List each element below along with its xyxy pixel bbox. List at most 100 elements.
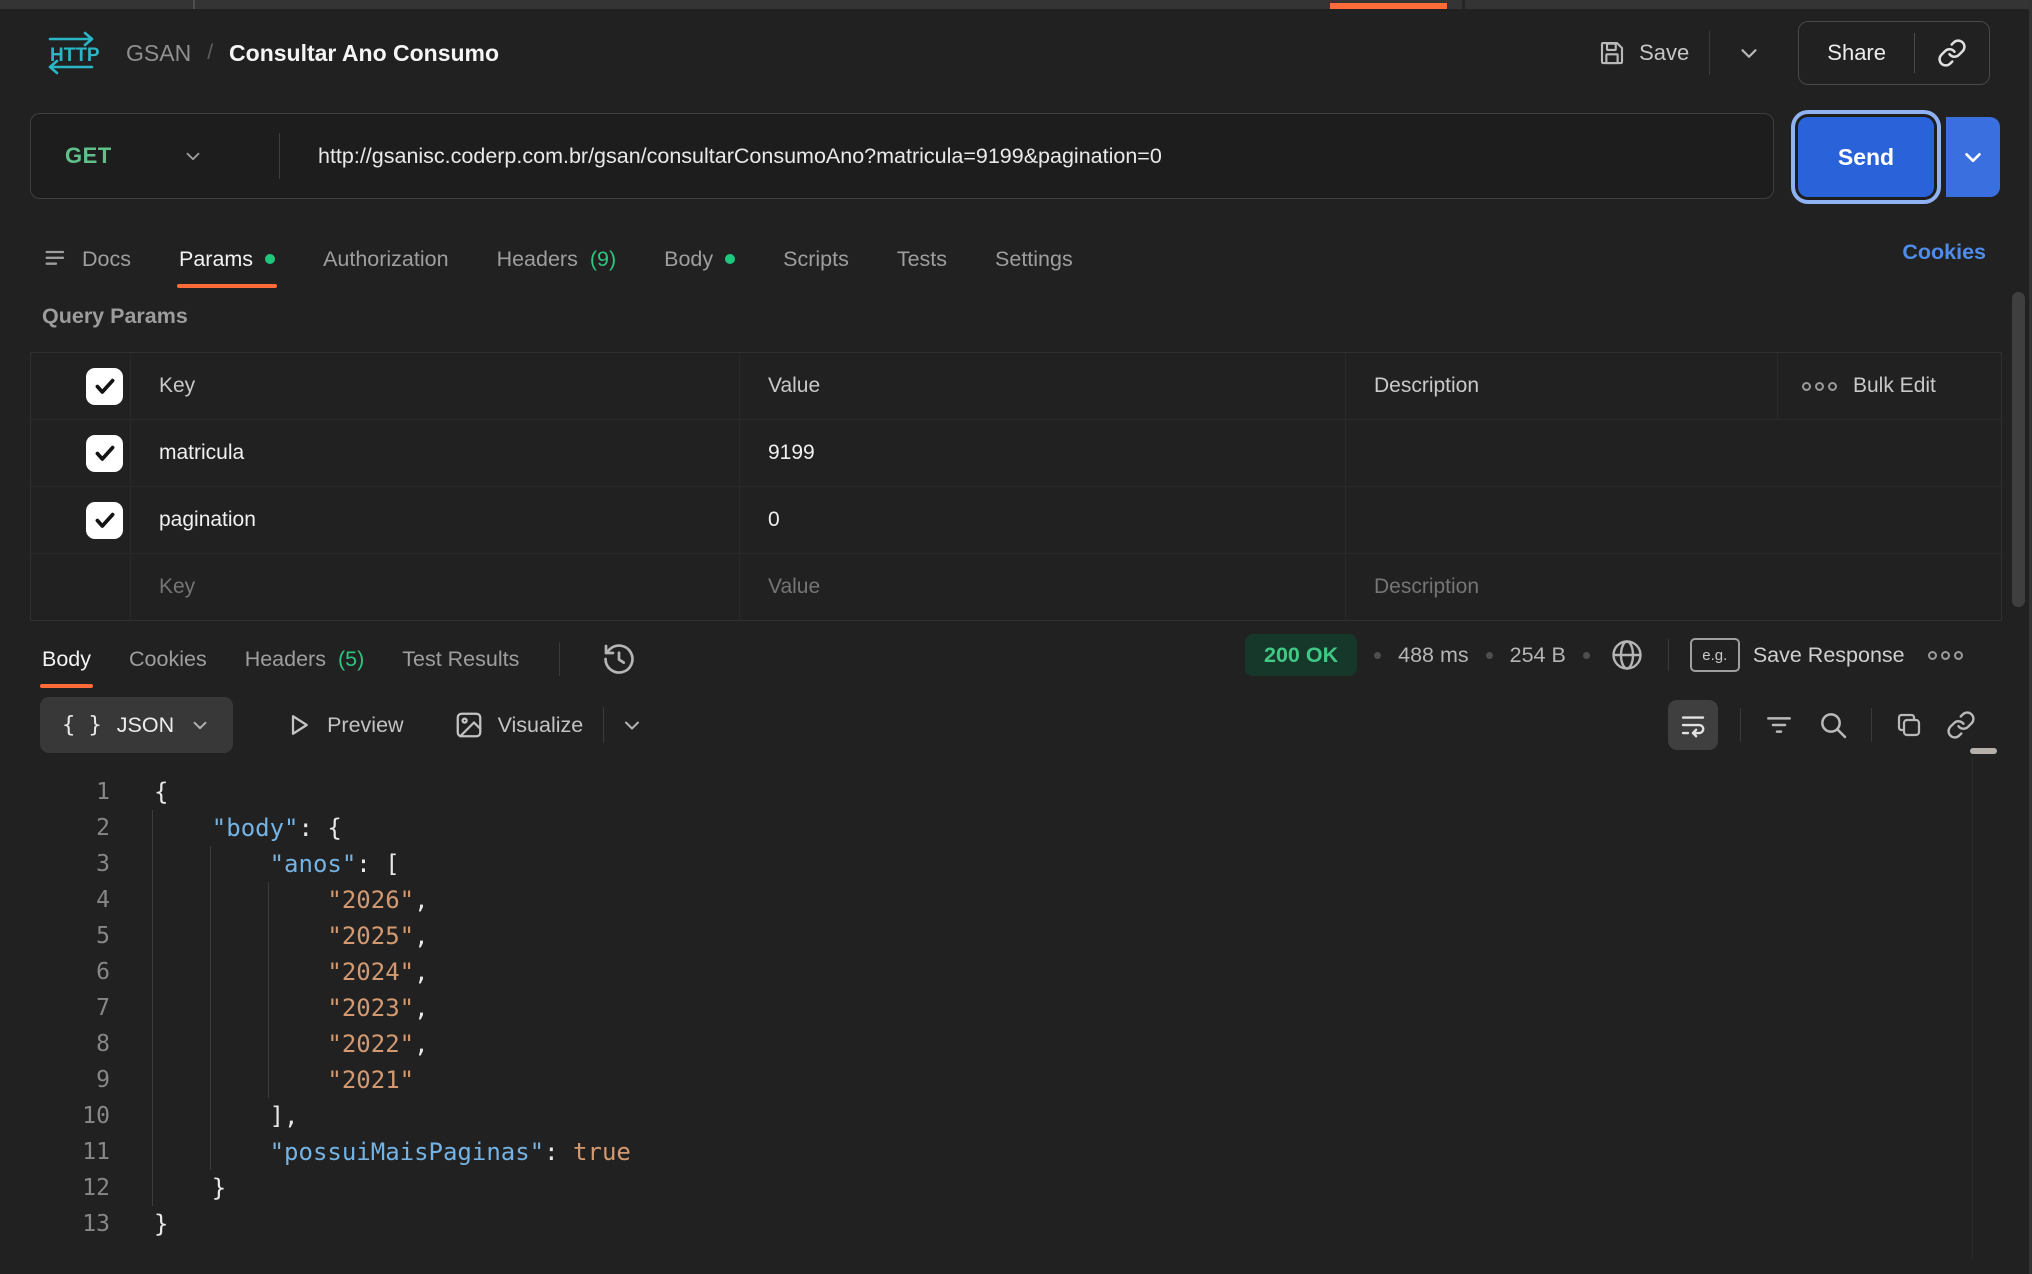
param-placeholder-row: KeyValueDescription bbox=[31, 554, 2001, 620]
indent-guide bbox=[152, 954, 153, 990]
line-number: 12 bbox=[0, 1170, 110, 1206]
response-more-actions-button[interactable] bbox=[1928, 651, 1963, 660]
response-history-button[interactable] bbox=[600, 640, 638, 678]
param-checkbox[interactable] bbox=[86, 435, 123, 472]
wrap-lines-button[interactable] bbox=[1668, 700, 1718, 750]
tab-scripts[interactable]: Scripts bbox=[783, 230, 849, 288]
breadcrumb-request-title[interactable]: Consultar Ano Consumo bbox=[229, 40, 499, 67]
share-button[interactable]: Share bbox=[1798, 21, 1990, 85]
code-line: 9 "2021" bbox=[0, 1062, 2002, 1098]
vertical-scrollbar[interactable] bbox=[2012, 292, 2025, 607]
indent-guide bbox=[210, 954, 211, 990]
wrap-text-icon bbox=[1678, 710, 1708, 740]
code-line: 5"2025", bbox=[0, 918, 2002, 954]
tab-params[interactable]: Params bbox=[179, 230, 275, 288]
code-token: : bbox=[544, 1138, 573, 1166]
send-button[interactable]: Send bbox=[1798, 117, 1934, 197]
param-description-cell[interactable] bbox=[1345, 487, 2001, 553]
column-header-value: Value bbox=[739, 353, 1345, 419]
param-value-input[interactable]: Value bbox=[739, 554, 1345, 620]
dot-separator bbox=[1486, 652, 1493, 659]
bulk-edit-icon bbox=[1802, 382, 1837, 391]
param-checkbox-cell bbox=[31, 487, 130, 553]
indent-guide bbox=[210, 990, 211, 1026]
save-button[interactable]: Save bbox=[1597, 38, 1689, 68]
code-token: "2025" bbox=[327, 922, 414, 950]
response-tab-test-results[interactable]: Test Results bbox=[402, 630, 519, 688]
preview-button[interactable]: Preview bbox=[283, 710, 403, 740]
tab-tests[interactable]: Tests bbox=[897, 230, 947, 288]
response-tab-label-body: Body bbox=[42, 647, 91, 672]
indent-guide bbox=[210, 882, 211, 918]
bulk-edit-button[interactable]: Bulk Edit bbox=[1777, 353, 2001, 419]
param-key-cell[interactable]: pagination bbox=[130, 487, 739, 553]
tab-settings[interactable]: Settings bbox=[995, 230, 1073, 288]
chevron-down-icon bbox=[1960, 144, 1986, 170]
param-value-cell[interactable]: 9199 bbox=[739, 420, 1345, 486]
link-icon[interactable] bbox=[1946, 710, 1976, 740]
param-value-cell[interactable]: 0 bbox=[739, 487, 1345, 553]
code-content: "2023", bbox=[154, 990, 429, 1026]
copy-icon[interactable] bbox=[1894, 710, 1924, 740]
code-token: "anos" bbox=[270, 850, 357, 878]
param-description-cell[interactable] bbox=[1345, 420, 2001, 486]
indent-guide bbox=[152, 882, 153, 918]
param-key-input[interactable]: Key bbox=[130, 554, 739, 620]
code-content: "2025", bbox=[154, 918, 429, 954]
response-tab-body[interactable]: Body bbox=[42, 630, 91, 688]
viewer-actions bbox=[1668, 700, 1976, 750]
select-all-checkbox[interactable] bbox=[86, 368, 123, 405]
tab-label-body: Body bbox=[664, 247, 713, 272]
param-description-input[interactable]: Description bbox=[1345, 554, 2001, 620]
save-options-button[interactable] bbox=[1730, 34, 1768, 72]
code-content: ], bbox=[154, 1098, 299, 1134]
url-input[interactable]: http://gsanisc.coderp.com.br/gsan/consul… bbox=[280, 144, 1162, 169]
tab-label-tests: Tests bbox=[897, 247, 947, 272]
response-tab-cookies[interactable]: Cookies bbox=[129, 630, 207, 688]
request-header: HTTP GSAN / Consultar Ano Consumo Save bbox=[0, 9, 2032, 97]
copy-link-button[interactable] bbox=[1915, 38, 1989, 68]
filter-icon[interactable] bbox=[1763, 709, 1795, 741]
code-content: "2022", bbox=[154, 1026, 429, 1062]
tab-docs[interactable]: Docs bbox=[42, 230, 131, 288]
code-token: "2026" bbox=[327, 886, 414, 914]
param-checkbox[interactable] bbox=[86, 502, 123, 539]
method-selector[interactable]: GET bbox=[31, 143, 279, 169]
indent-guide bbox=[268, 1026, 269, 1062]
line-number: 13 bbox=[0, 1206, 110, 1242]
tab-headers[interactable]: Headers(9) bbox=[497, 230, 617, 288]
status-badge[interactable]: 200 OK bbox=[1245, 634, 1357, 676]
indent-guide bbox=[152, 918, 153, 954]
send-options-button[interactable] bbox=[1946, 117, 2000, 197]
network-globe-icon[interactable] bbox=[1609, 637, 1645, 673]
tab-body[interactable]: Body bbox=[664, 230, 735, 288]
cookies-link[interactable]: Cookies bbox=[1902, 240, 1986, 265]
indent-guide bbox=[268, 954, 269, 990]
code-scrollbar-thumb[interactable] bbox=[1970, 748, 1997, 754]
floppy-save-icon bbox=[1597, 38, 1627, 68]
chevron-down-icon bbox=[1736, 40, 1762, 66]
visualize-button[interactable]: Visualize bbox=[454, 710, 584, 740]
indent-guide bbox=[268, 1062, 269, 1098]
response-body-viewer[interactable]: 1{2"body": {3"anos": [4"2026",5"2025",6"… bbox=[0, 764, 2002, 1274]
visualize-options-button[interactable] bbox=[620, 713, 644, 737]
check-icon bbox=[92, 507, 118, 533]
response-tab-headers[interactable]: Headers(5) bbox=[245, 630, 365, 688]
tab-authorization[interactable]: Authorization bbox=[323, 230, 449, 288]
tab-label-authorization: Authorization bbox=[323, 247, 449, 272]
history-icon bbox=[600, 640, 638, 678]
save-response-button[interactable]: e.g. Save Response bbox=[1690, 638, 1905, 672]
indent-guide bbox=[152, 990, 153, 1026]
image-icon bbox=[454, 710, 484, 740]
search-icon[interactable] bbox=[1817, 709, 1849, 741]
param-key-cell[interactable]: matricula bbox=[130, 420, 739, 486]
code-token: "2021" bbox=[327, 1066, 414, 1094]
response-tab-label-headers: Headers bbox=[245, 647, 326, 672]
breadcrumb-collection[interactable]: GSAN bbox=[126, 40, 191, 67]
line-number: 9 bbox=[0, 1062, 110, 1098]
modified-dot-icon bbox=[265, 254, 275, 264]
divider bbox=[559, 642, 560, 676]
format-selector[interactable]: { } JSON bbox=[40, 697, 233, 753]
code-token: "body" bbox=[212, 814, 299, 842]
tab-label-headers: Headers bbox=[497, 247, 578, 272]
